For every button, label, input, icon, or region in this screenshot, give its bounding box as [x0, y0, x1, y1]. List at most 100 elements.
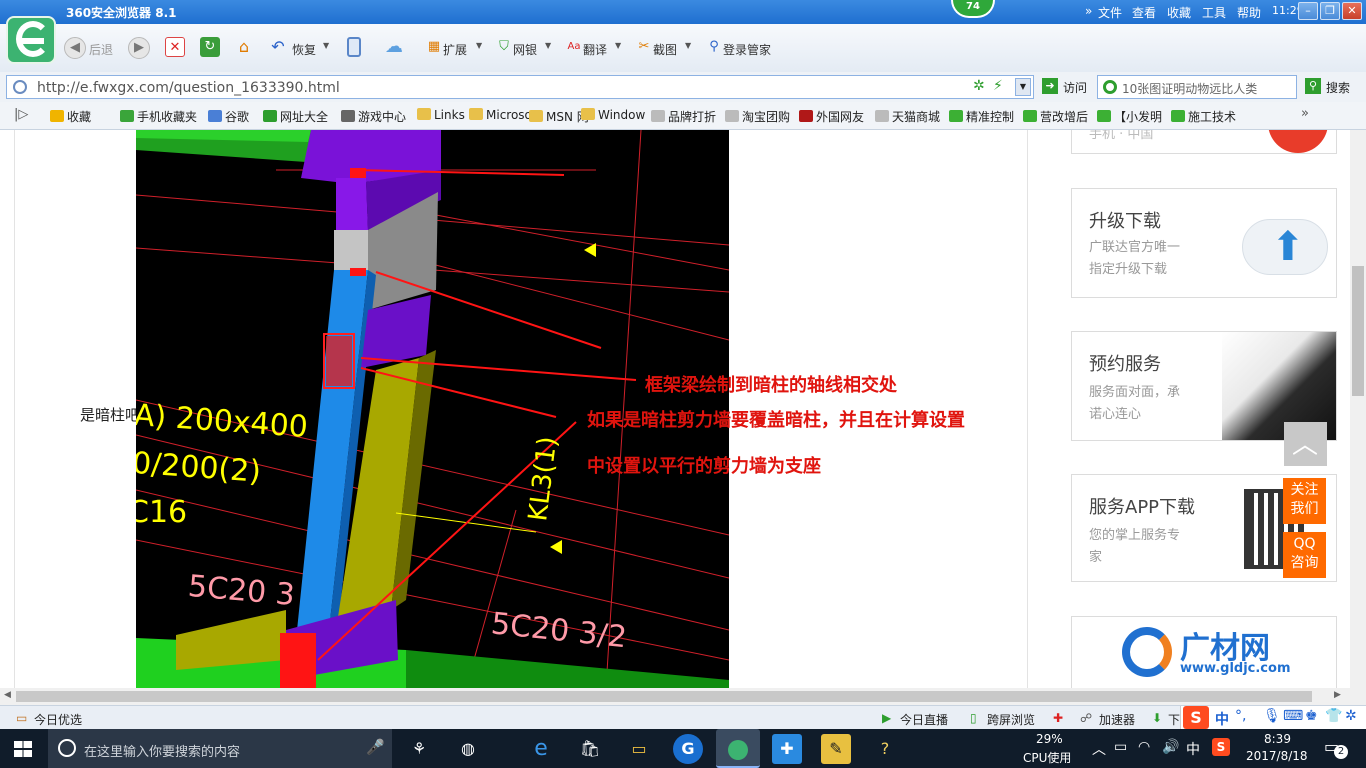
- store-icon[interactable]: 🛍: [575, 734, 605, 764]
- download-icon[interactable]: ⬇: [1152, 711, 1162, 725]
- screenshot-button[interactable]: 截图: [653, 41, 677, 58]
- tray-ime[interactable]: 中: [1186, 739, 1200, 759]
- sidebar-toggle-icon[interactable]: |▷: [14, 107, 28, 122]
- app-360-icon[interactable]: ◍: [453, 734, 483, 764]
- sidebar-card-upgrade[interactable]: 升级下载 广联达官方唯一 指定升级下载 ⬆: [1071, 188, 1337, 298]
- horizontal-scroll-thumb[interactable]: [16, 691, 1312, 702]
- screenshot-dropdown-icon[interactable]: ▼: [685, 41, 691, 50]
- address-input[interactable]: http://e.fwxgx.com/question_1633390.html: [37, 80, 340, 96]
- accelerator-link[interactable]: 加速器: [1099, 711, 1135, 728]
- translate-icon[interactable]: Aa: [564, 37, 584, 57]
- restore-dropdown-icon[interactable]: ▼: [323, 41, 329, 50]
- bookmark-item[interactable]: 品牌打折: [651, 108, 716, 125]
- task-view-icon[interactable]: ⚘: [404, 734, 434, 764]
- notification-badge[interactable]: 74: [951, 0, 995, 18]
- tools-icon[interactable]: ✲: [1345, 708, 1357, 724]
- close-window-button[interactable]: ✕: [1342, 2, 1362, 20]
- bookmark-item[interactable]: 谷歌: [208, 108, 249, 125]
- notes-icon[interactable]: ✎: [821, 734, 851, 764]
- mobile-icon[interactable]: [347, 37, 361, 57]
- bookmark-item[interactable]: 天猫商城: [875, 108, 940, 125]
- scroll-left-icon[interactable]: ◀: [4, 690, 11, 700]
- menu-file[interactable]: 文件: [1098, 4, 1122, 21]
- bookmark-item[interactable]: 【小发明: [1097, 108, 1162, 125]
- back-to-top-button[interactable]: ︿: [1284, 422, 1327, 466]
- bank-button[interactable]: 网银: [513, 41, 537, 58]
- menu-tools[interactable]: 工具: [1202, 4, 1226, 21]
- back-button-label[interactable]: 后退: [89, 41, 113, 58]
- sogou-icon[interactable]: S: [1183, 706, 1209, 729]
- more-bookmarks-icon[interactable]: »: [1301, 106, 1309, 121]
- browser-360-task-icon[interactable]: [716, 729, 760, 768]
- menu-help[interactable]: 帮助: [1237, 4, 1261, 21]
- address-dropdown-icon[interactable]: ▼: [1015, 78, 1031, 96]
- bookmark-item[interactable]: Window: [581, 108, 645, 122]
- help-icon[interactable]: ?: [870, 734, 900, 764]
- translate-button[interactable]: 翻译: [583, 41, 607, 58]
- back-icon[interactable]: ◀: [64, 37, 86, 59]
- sogou-tray-icon[interactable]: S: [1212, 738, 1230, 756]
- cross-screen-link[interactable]: 跨屏浏览: [987, 711, 1035, 728]
- live-icon[interactable]: ▶: [882, 711, 891, 725]
- taskbar-search-box[interactable]: 在这里输入你要搜索的内容 🎤: [48, 729, 392, 768]
- volume-icon[interactable]: 🔊: [1162, 739, 1179, 755]
- scroll-right-icon[interactable]: ▶: [1334, 690, 1341, 700]
- live-link[interactable]: 今日直播: [900, 711, 948, 728]
- search-icon[interactable]: ⚲: [1305, 78, 1321, 94]
- tray-expand-icon[interactable]: ︿: [1092, 739, 1106, 759]
- bookmark-item[interactable]: 收藏: [50, 108, 91, 125]
- restore-button[interactable]: 恢复: [292, 41, 316, 58]
- search-input[interactable]: 10张图证明动物远比人类: [1122, 80, 1292, 97]
- vertical-scrollbar[interactable]: [1350, 130, 1366, 688]
- bookmark-item[interactable]: 网址大全: [263, 108, 328, 125]
- app-plus-icon[interactable]: ✚: [772, 734, 802, 764]
- cloud-icon[interactable]: ☁: [380, 37, 408, 57]
- address-bar[interactable]: http://e.fwxgx.com/question_1633390.html…: [6, 75, 1034, 99]
- bookmark-item[interactable]: 施工技术: [1171, 108, 1236, 125]
- microphone-icon[interactable]: 🎙: [1263, 708, 1281, 724]
- restore-window-button[interactable]: ❐: [1320, 2, 1340, 20]
- horizontal-scrollbar[interactable]: ◀ ▶: [0, 688, 1366, 705]
- bookmark-item[interactable]: 营改增后: [1023, 108, 1088, 125]
- sidebar-card-brand[interactable]: 广材网 www.gldjc.com: [1071, 616, 1337, 688]
- search-button[interactable]: 搜索: [1326, 79, 1350, 96]
- search-engine-icon[interactable]: [1103, 80, 1117, 94]
- minimize-button[interactable]: –: [1298, 2, 1318, 20]
- file-explorer-icon[interactable]: ▭: [624, 734, 654, 764]
- home-icon[interactable]: ⌂: [234, 37, 254, 57]
- microphone-icon[interactable]: 🎤: [366, 738, 385, 756]
- go-arrow-icon[interactable]: ➜: [1042, 78, 1058, 94]
- shield-plus-icon[interactable]: ✚: [1053, 711, 1063, 725]
- wifi-icon[interactable]: ◠: [1138, 739, 1150, 755]
- bank-shield-icon[interactable]: ⛉: [494, 37, 514, 57]
- punctuation-icon[interactable]: °,: [1235, 708, 1246, 724]
- taskbar-search-input[interactable]: 在这里输入你要搜索的内容: [84, 741, 240, 760]
- translate-dropdown-icon[interactable]: ▼: [615, 41, 621, 50]
- speed-icon[interactable]: ⚡: [993, 78, 1003, 94]
- bookmark-item[interactable]: 游戏中心: [341, 108, 406, 125]
- today-picks-icon[interactable]: ▭: [16, 711, 27, 725]
- edge-icon[interactable]: e: [526, 734, 556, 764]
- bookmark-item[interactable]: 淘宝团购: [725, 108, 790, 125]
- today-picks-link[interactable]: 今日优选: [34, 711, 82, 728]
- bookmark-item[interactable]: Links: [417, 108, 465, 122]
- key-icon[interactable]: ⚲: [704, 37, 724, 57]
- extend-icon[interactable]: ▦: [424, 37, 444, 57]
- qq-consult-button[interactable]: QQ咨询: [1283, 532, 1326, 578]
- search-field[interactable]: 10张图证明动物远比人类: [1097, 75, 1297, 99]
- sidebar-card-partial[interactable]: 手机 · 中国: [1071, 130, 1337, 154]
- accelerator-icon[interactable]: ☍: [1080, 711, 1092, 725]
- browser-logo[interactable]: [6, 16, 56, 64]
- forward-icon[interactable]: ▶: [128, 37, 150, 59]
- glodon-app-icon[interactable]: G: [673, 734, 703, 764]
- action-center-button[interactable]: ▭ 2: [1324, 737, 1348, 759]
- skin-icon[interactable]: ♚: [1305, 708, 1318, 724]
- shirt-icon[interactable]: 👕: [1325, 708, 1342, 724]
- refresh-icon[interactable]: ↻: [200, 37, 220, 57]
- undo-icon[interactable]: ↶: [268, 37, 288, 57]
- ime-mode-indicator[interactable]: 中: [1215, 709, 1229, 729]
- bookmark-item[interactable]: 精准控制: [949, 108, 1014, 125]
- vertical-scroll-thumb[interactable]: [1352, 266, 1364, 396]
- bank-dropdown-icon[interactable]: ▼: [545, 41, 551, 50]
- extend-dropdown-icon[interactable]: ▼: [476, 41, 482, 50]
